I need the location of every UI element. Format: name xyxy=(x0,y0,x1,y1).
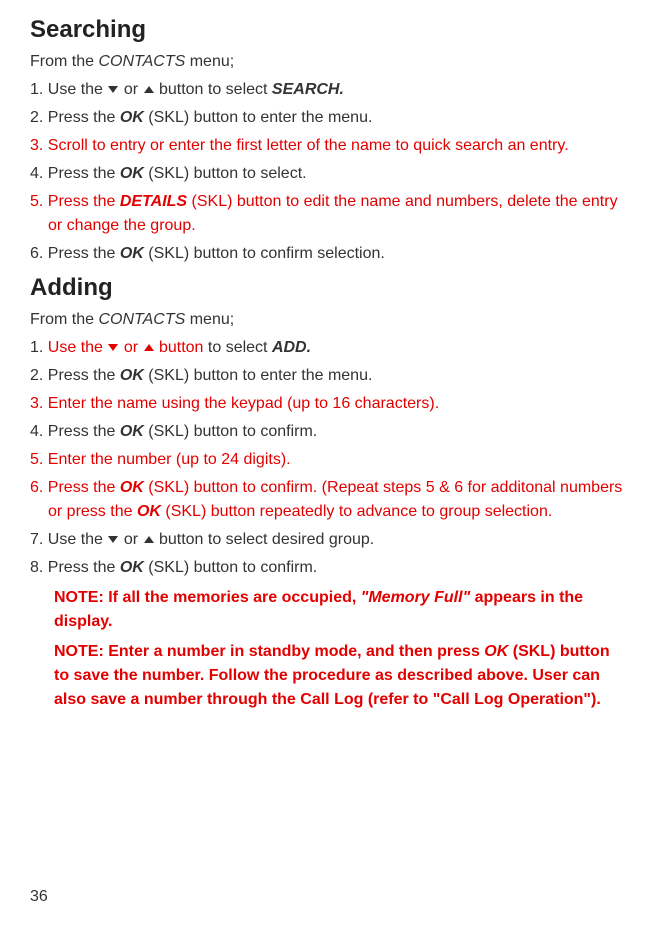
text-run: Enter the name using the keypad (up to 1… xyxy=(48,395,439,412)
text-run: (SKL) button repeatedly to advance to gr… xyxy=(161,503,552,520)
text-run: OK xyxy=(137,503,161,520)
adding-intro: From the CONTACTS menu; xyxy=(30,308,631,332)
page-number: 36 xyxy=(30,885,48,909)
text-run: OK xyxy=(120,423,144,440)
step-number: 8. xyxy=(30,559,48,576)
text-run: (SKL) button to enter the menu. xyxy=(144,109,373,126)
text-run: (SKL) button to select. xyxy=(144,165,307,182)
searching-intro: From the CONTACTS menu; xyxy=(30,50,631,74)
arrow-down-icon xyxy=(108,86,118,93)
step-number: 4. xyxy=(30,423,48,440)
list-item: 6. Press the OK (SKL) button to conﬁrm. … xyxy=(30,476,631,524)
text-run: or xyxy=(119,531,142,548)
text-run: button to select desired group. xyxy=(155,531,375,548)
text-run: (SKL) button to conﬁrm. xyxy=(144,559,317,576)
step-number: 3. xyxy=(30,137,48,154)
list-item: 4. Press the OK (SKL) button to select. xyxy=(30,162,631,186)
text-run: Press the xyxy=(48,423,120,440)
text-run: OK xyxy=(120,479,144,496)
text-run: SEARCH. xyxy=(272,81,344,98)
text-run: Press the xyxy=(48,165,120,182)
adding-heading: Adding xyxy=(30,270,631,306)
text-run: OK xyxy=(120,245,144,262)
step-number: 5. xyxy=(30,193,48,210)
text-run: Press the xyxy=(48,245,120,262)
step-number: 5. xyxy=(30,451,48,468)
text-run: Press the xyxy=(48,193,120,210)
text-run: button to select xyxy=(155,81,272,98)
text-run: OK xyxy=(120,559,144,576)
text-run: ADD. xyxy=(272,339,311,356)
step-number: 7. xyxy=(30,531,48,548)
text-run: OK xyxy=(120,367,144,384)
step-number: 2. xyxy=(30,109,48,126)
text-run: DETAILS xyxy=(120,193,187,210)
list-item: 3. Enter the name using the keypad (up t… xyxy=(30,392,631,416)
text-run: button xyxy=(155,339,204,356)
step-number: 6. xyxy=(30,245,48,262)
step-number: 6. xyxy=(30,479,48,496)
list-item: 2. Press the OK (SKL) button to enter th… xyxy=(30,106,631,130)
text-run: Enter the number (up to 24 digits). xyxy=(48,451,291,468)
text-run: (SKL) button to enter the menu. xyxy=(144,367,373,384)
arrow-down-icon xyxy=(108,344,118,351)
arrow-down-icon xyxy=(108,536,118,543)
list-item: 1. Use the or button to select SEARCH. xyxy=(30,78,631,102)
text-run: Use the xyxy=(48,531,108,548)
list-item: 5. Press the DETAILS (SKL) button to edi… xyxy=(30,190,631,238)
list-item: 7. Use the or button to select desired g… xyxy=(30,528,631,552)
step-number: 1. xyxy=(30,339,48,356)
text-run: or xyxy=(119,81,142,98)
arrow-up-icon xyxy=(144,344,154,351)
text-run: Press the xyxy=(48,367,120,384)
text-run: Press the xyxy=(48,479,120,496)
list-item: 3. Scroll to entry or enter the ﬁrst let… xyxy=(30,134,631,158)
searching-steps: 1. Use the or button to select SEARCH. 2.… xyxy=(30,78,631,266)
arrow-up-icon xyxy=(144,536,154,543)
list-item: 4. Press the OK (SKL) button to conﬁrm. xyxy=(30,420,631,444)
text-run: Use the xyxy=(48,81,108,98)
text-run: Use the xyxy=(48,339,108,356)
list-item: 5. Enter the number (up to 24 digits). xyxy=(30,448,631,472)
step-number: 3. xyxy=(30,395,48,412)
step-number: 1. xyxy=(30,81,48,98)
adding-steps: 1. Use the or button to select ADD. 2. Pr… xyxy=(30,336,631,580)
list-item: 6. Press the OK (SKL) button to conﬁrm s… xyxy=(30,242,631,266)
step-number: 2. xyxy=(30,367,48,384)
list-item: 2. Press the OK (SKL) button to enter th… xyxy=(30,364,631,388)
text-run: OK xyxy=(120,109,144,126)
list-item: 1. Use the or button to select ADD. xyxy=(30,336,631,360)
arrow-up-icon xyxy=(144,86,154,93)
list-item: 8. Press the OK (SKL) button to conﬁrm. xyxy=(30,556,631,580)
note-standby-save: NOTE: Enter a number in standby mode, an… xyxy=(54,640,621,712)
text-run: OK xyxy=(120,165,144,182)
text-run: Press the xyxy=(48,109,120,126)
text-run: (SKL) button to conﬁrm. xyxy=(144,423,317,440)
text-run: Scroll to entry or enter the ﬁrst letter… xyxy=(48,137,569,154)
text-run: Press the xyxy=(48,559,120,576)
step-number: 4. xyxy=(30,165,48,182)
text-run: or xyxy=(119,339,142,356)
text-run: to select xyxy=(203,339,271,356)
text-run: (SKL) button to conﬁrm selection. xyxy=(144,245,385,262)
searching-heading: Searching xyxy=(30,12,631,48)
note-memory-full: NOTE: If all the memories are occupied, … xyxy=(54,586,621,634)
